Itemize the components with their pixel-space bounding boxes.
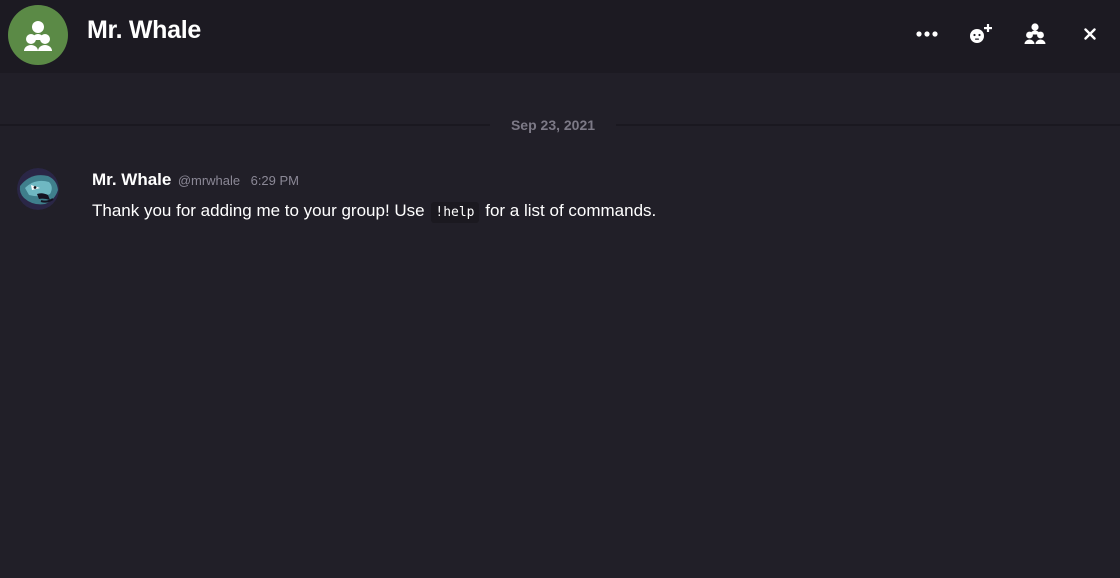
group-members-icon — [1024, 23, 1046, 44]
message-author[interactable]: Mr. Whale — [92, 170, 171, 189]
close-button[interactable] — [1074, 20, 1106, 48]
group-avatar[interactable] — [8, 5, 68, 65]
group-icon — [24, 21, 52, 51]
message-text-before: Thank you for adding me to your group! U… — [92, 201, 425, 220]
message-header: Mr. Whale @mrwhale 6:29 PM — [92, 170, 299, 192]
message-handle: @mrwhale — [177, 173, 241, 188]
message-item: Mr. Whale @mrwhale 6:29 PM Thank you for… — [0, 160, 1120, 232]
chat-window: Mr. Whale Sep 23, 2021 Mr. Whale @mrwhal… — [0, 0, 1120, 578]
close-icon — [1084, 28, 1096, 40]
author-avatar[interactable] — [17, 168, 59, 210]
add-friend-icon — [970, 24, 992, 43]
chat-header: Mr. Whale — [0, 0, 1120, 73]
group-members-button[interactable] — [1019, 20, 1051, 48]
message-text: Thank you for adding me to your group! U… — [92, 201, 657, 223]
whale-avatar-icon — [17, 168, 59, 210]
message-timestamp: 6:29 PM — [250, 173, 300, 188]
chat-title: Mr. Whale — [87, 16, 201, 44]
add-friend-button[interactable] — [964, 20, 996, 48]
date-label: Sep 23, 2021 — [490, 114, 616, 136]
inline-code: !help — [431, 202, 479, 223]
more-options-button[interactable] — [911, 20, 943, 48]
message-text-after: for a list of commands. — [485, 201, 657, 220]
date-divider: Sep 23, 2021 — [0, 114, 1120, 136]
more-options-icon — [916, 31, 938, 37]
